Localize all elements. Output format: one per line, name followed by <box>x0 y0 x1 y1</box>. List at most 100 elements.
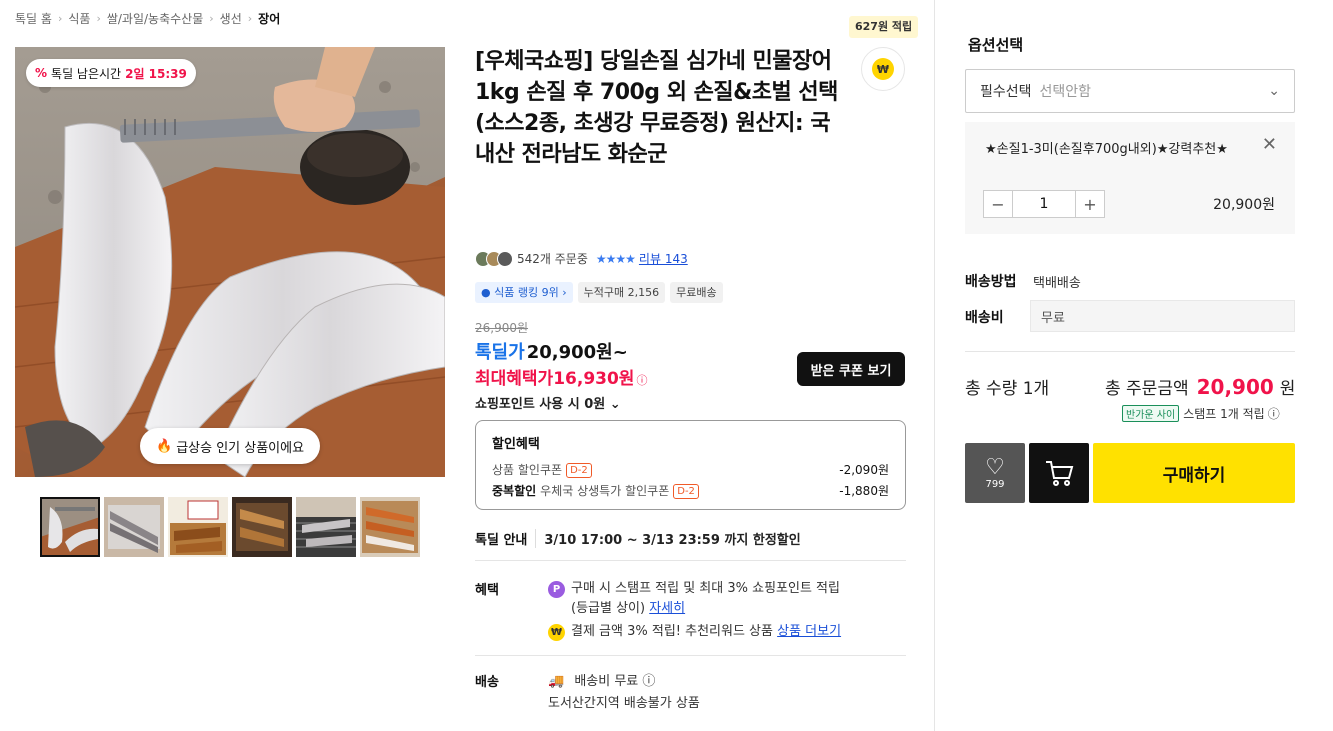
trending-badge: 🔥 급상승 인기 상품이에요 <box>140 428 321 464</box>
thumbnail-3[interactable] <box>168 497 228 557</box>
decrease-button[interactable]: − <box>984 191 1012 217</box>
thumbnail-2[interactable] <box>104 497 164 557</box>
thumbnail-strip <box>40 497 420 557</box>
star-rating-icon: ★★★★ <box>595 251 636 266</box>
delivery-method-label: 배송방법 <box>965 274 1017 290</box>
thumbnail-4[interactable] <box>232 497 292 557</box>
product-main-image[interactable] <box>15 47 445 477</box>
info-icon[interactable]: ⓘ <box>636 372 647 388</box>
thumbnail-5[interactable] <box>296 497 356 557</box>
discount-header: 할인혜택 <box>492 437 540 452</box>
discount-row: 중복할인 우체국 상생특가 할인쿠폰 D-2 -1,880원 <box>492 481 889 502</box>
benefit-item: P 구매 시 스탬프 적립 및 최대 3% 쇼핑포인트 적립 (등급별 상이) … <box>548 579 908 619</box>
buy-button[interactable]: 구매하기 <box>1093 443 1295 503</box>
option-select[interactable]: 필수선택 선택안함 ⌄ <box>965 69 1295 113</box>
breadcrumb: 톡딜 홈 › 식품 › 쌀/과일/농축수산물 › 생선 › 장어 <box>15 10 280 27</box>
benefit-sub: (등급별 상이) <box>571 601 646 616</box>
details-link[interactable]: 자세히 <box>649 601 685 616</box>
delivery-fee-label: 배송비 <box>965 310 1004 326</box>
cart-icon <box>1046 461 1074 486</box>
info-icon[interactable]: ⓘ <box>642 674 655 689</box>
benefit-list: P 구매 시 스탬프 적립 및 최대 3% 쇼핑포인트 적립 (등급별 상이) … <box>548 579 908 645</box>
points-badge: 627원 적립 <box>849 16 919 38</box>
free-shipping-tag: 무료배송 <box>670 282 723 303</box>
benefit-text: 결제 금액 3% 적립! 추천리워드 상품 <box>571 624 773 639</box>
info-icon[interactable]: ⓘ <box>1268 405 1280 422</box>
max-price-value: 16,930원 <box>553 369 635 389</box>
won-coin-icon: ₩ <box>872 58 894 80</box>
discount-box: 할인혜택 상품 할인쿠폰 D-2 -2,090원 중복할인 우체국 상생특가 할… <box>475 420 906 510</box>
shopping-points-label: 쇼핑포인트 사용 시 0원 <box>475 397 606 412</box>
coupon-label: 우체국 상생특가 할인쿠폰 <box>540 484 670 498</box>
original-price: 26,900원 <box>475 321 529 335</box>
breadcrumb-agri[interactable]: 쌀/과일/농축수산물 <box>107 10 203 27</box>
review-link[interactable]: 리뷰 143 <box>639 250 688 267</box>
truck-icon: 🚚 <box>548 674 565 689</box>
breadcrumb-separator: › <box>247 12 253 25</box>
pay-button[interactable]: ₩ <box>861 47 905 91</box>
more-products-link[interactable]: 상품 더보기 <box>777 624 841 639</box>
ranking-tag-label: 식품 랭킹 9위 <box>494 286 559 299</box>
avatar <box>497 250 513 267</box>
total-amount-label: 총 주문금액 <box>1105 379 1189 399</box>
dday-badge: D-2 <box>673 484 699 499</box>
breadcrumb-fish[interactable]: 생선 <box>220 10 242 27</box>
max-benefit-price: 최대혜택가 16,930원 ⓘ <box>475 364 647 389</box>
shipping-info: 🚚 배송비 무료 ⓘ 도서산간지역 배송불가 상품 <box>548 671 700 715</box>
double-discount-label: 중복할인 <box>492 484 537 498</box>
deal-price-label: 톡딜가 <box>475 342 525 363</box>
shopping-points-toggle[interactable]: 쇼핑포인트 사용 시 0원 ⌄ <box>475 393 621 412</box>
benefit-label: 혜택 <box>475 583 499 598</box>
option-title: 옵션선택 <box>968 36 1024 54</box>
view-coupons-button[interactable]: 받은 쿠폰 보기 <box>797 352 905 386</box>
deal-price-value: 20,900원~ <box>526 342 628 363</box>
coupon-label: 상품 할인쿠폰 <box>492 463 563 477</box>
point-icon: P <box>548 581 565 598</box>
increase-button[interactable]: + <box>1076 191 1104 217</box>
timer-value: 2일 15:39 <box>125 66 187 81</box>
quantity-stepper: − 1 + <box>983 190 1105 218</box>
discount-row: 상품 할인쿠폰 D-2 -2,090원 <box>492 460 889 481</box>
deal-timer-badge: % 톡딜 남은시간 2일 15:39 <box>26 59 196 87</box>
select-placeholder: 선택안함 <box>1039 84 1092 100</box>
option-name: ★손질1-3미(손질후700g내외)★강력추천★ <box>985 142 1228 157</box>
won-coin-icon: ₩ <box>548 624 565 641</box>
cumulative-tag: 누적구매 2,156 <box>577 282 666 303</box>
divider <box>475 560 906 561</box>
close-icon[interactable]: ✕ <box>1262 134 1277 155</box>
coupon-amount: -2,090원 <box>839 463 889 477</box>
total-amount: 총 주문금액 20,900 원 <box>1105 374 1295 399</box>
cart-button[interactable] <box>1029 443 1089 503</box>
breadcrumb-food[interactable]: 식품 <box>68 10 90 27</box>
thumbnail-1[interactable] <box>40 497 100 557</box>
breadcrumb-separator: › <box>57 12 63 25</box>
quantity-input[interactable]: 1 <box>1012 191 1076 217</box>
total-amount-value: 20,900 <box>1196 375 1274 399</box>
heart-icon: ♡ <box>985 454 1005 480</box>
breadcrumb-eel[interactable]: 장어 <box>258 10 280 27</box>
deal-info-value: 3/10 17:00 ~ 3/13 23:59 까지 한정할인 <box>544 533 801 548</box>
trending-text: 급상승 인기 상품이에요 <box>176 440 305 456</box>
thumbnail-6[interactable] <box>360 497 420 557</box>
breadcrumb-separator: › <box>96 12 101 25</box>
dday-badge: D-2 <box>566 463 592 478</box>
select-required-label: 필수선택 <box>980 84 1032 100</box>
rating-row: 542개 주문중 ★★★★ 리뷰 143 <box>475 250 688 267</box>
like-button[interactable]: ♡ 799 <box>965 443 1025 503</box>
benefit-item: ₩ 결제 금액 3% 적립! 추천리워드 상품 상품 더보기 <box>548 622 908 642</box>
timer-label: 톡딜 남은시간 <box>51 66 122 81</box>
breadcrumb-home[interactable]: 톡딜 홈 <box>15 10 52 27</box>
stamp-text: 스탬프 1개 적립 <box>1183 407 1265 421</box>
ranking-tag[interactable]: ● 식품 랭킹 9위 › <box>475 282 573 303</box>
max-price-label: 최대혜택가 <box>475 369 554 389</box>
deal-price: 톡딜가 20,900원~ <box>475 338 628 364</box>
divider <box>475 655 906 656</box>
flame-icon: 🔥 <box>156 438 173 454</box>
deal-info-label: 톡딜 안내 <box>475 529 537 548</box>
deal-info: 톡딜 안내 3/10 17:00 ~ 3/13 23:59 까지 한정할인 <box>475 529 801 548</box>
product-tags: ● 식품 랭킹 9위 › 누적구매 2,156 무료배송 <box>475 282 723 303</box>
chevron-down-icon: ⌄ <box>609 397 621 412</box>
stamp-row: 반가운 사이 스탬프 1개 적립 ⓘ <box>1122 405 1280 422</box>
percent-icon: % <box>35 66 48 80</box>
option-price: 20,900원 <box>1213 197 1275 213</box>
